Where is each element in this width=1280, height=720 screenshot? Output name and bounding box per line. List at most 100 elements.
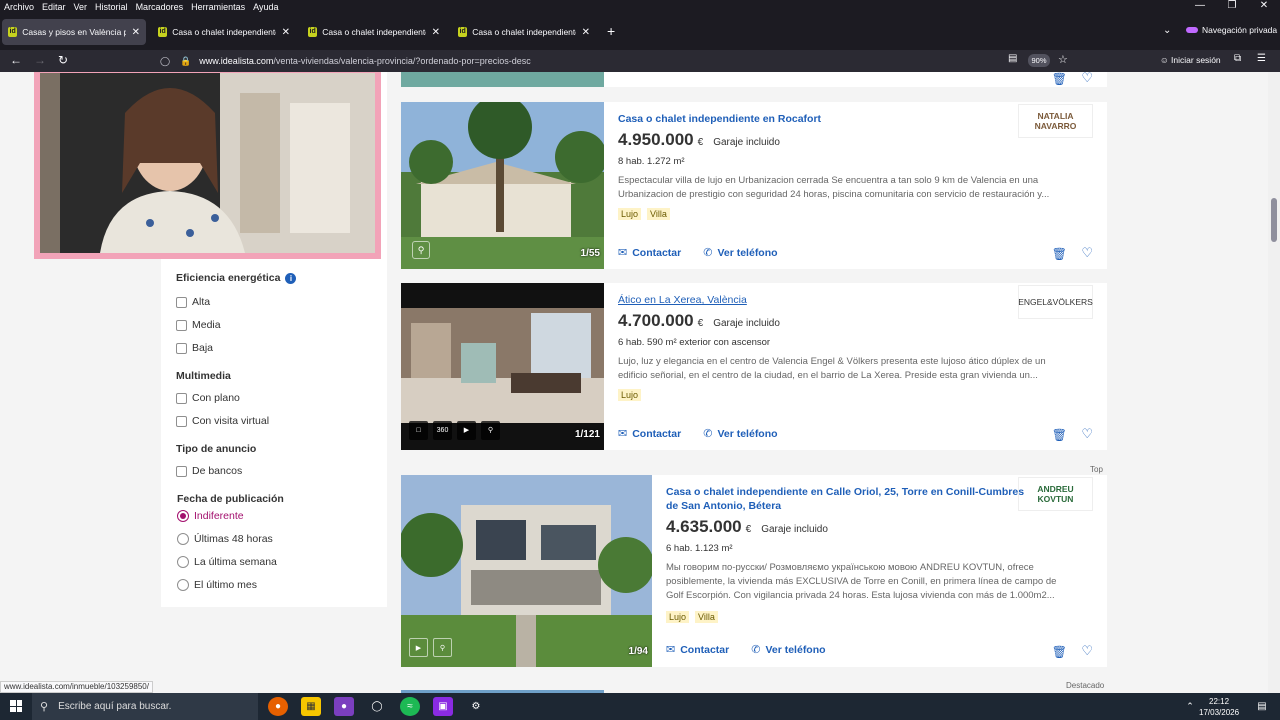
- listing-photo[interactable]: □ 360 ▶ ⚲ 1/121: [401, 283, 604, 450]
- video-icon[interactable]: ▶: [409, 638, 428, 657]
- bookmark-star-icon[interactable]: ☆: [1058, 53, 1068, 66]
- sign-in-button[interactable]: ☺ Iniciar sesión: [1160, 55, 1221, 65]
- obs-icon[interactable]: ◯: [367, 697, 387, 716]
- settings-gear-icon[interactable]: ⚙: [466, 697, 486, 716]
- reader-view-icon[interactable]: ▤: [1008, 53, 1017, 64]
- map-pin-icon[interactable]: ⚲: [433, 638, 452, 657]
- contact-button[interactable]: ✉ Contactar: [618, 246, 681, 260]
- radio-button[interactable]: [177, 510, 189, 522]
- checkbox[interactable]: [176, 319, 187, 331]
- close-tab-icon[interactable]: ✕: [582, 27, 590, 38]
- show-hidden-icons-chevron-icon[interactable]: ⌃: [1180, 697, 1200, 716]
- menu-editar[interactable]: Editar: [38, 2, 70, 12]
- discard-icon[interactable]: 🗑: [1052, 428, 1067, 442]
- listing-description[interactable]: Espectacular villa de lujo en Urbanizaci…: [618, 174, 1049, 202]
- close-tab-icon[interactable]: ✕: [282, 27, 290, 38]
- agency-logo[interactable]: ENGEL&VÖLKERS: [1018, 285, 1093, 319]
- favorite-heart-icon[interactable]: ♡: [1081, 245, 1093, 261]
- phone-button[interactable]: ✆ Ver teléfono: [703, 246, 777, 260]
- favorite-heart-icon[interactable]: ♡: [1081, 72, 1093, 86]
- back-arrow-icon[interactable]: ←: [10, 53, 22, 67]
- favorite-heart-icon[interactable]: ♡: [1081, 426, 1093, 442]
- title-line[interactable]: de San Antonio, Bétera: [666, 499, 1024, 513]
- checkbox[interactable]: [176, 296, 187, 308]
- agency-logo[interactable]: ANDREU KOVTUN: [1018, 477, 1093, 511]
- scrollbar-thumb[interactable]: [1271, 198, 1277, 242]
- radio-button[interactable]: [177, 556, 189, 568]
- listing-card[interactable]: ⚲ 1/55 Casa o chalet independiente en Ro…: [401, 102, 1107, 269]
- menu-historial[interactable]: Historial: [91, 2, 132, 12]
- close-tab-icon[interactable]: ✕: [432, 27, 440, 38]
- video-icon[interactable]: ▶: [457, 421, 476, 440]
- filter-con-visita-virtual[interactable]: Con visita virtual: [176, 415, 269, 427]
- list-tabs-chevron-icon[interactable]: ⌄: [1163, 25, 1171, 36]
- listing-title[interactable]: Ático en La Xerea, València: [618, 293, 747, 307]
- map-pin-icon[interactable]: ⚲: [412, 241, 430, 259]
- menu-marcadores[interactable]: Marcadores: [132, 2, 188, 12]
- app-icon[interactable]: ▣: [433, 697, 453, 716]
- listing-description[interactable]: Мы говорим по-русски/ Розмовляємо україн…: [666, 561, 1056, 603]
- radio-ultima-semana[interactable]: La última semana: [177, 556, 277, 568]
- contact-button[interactable]: ✉ Contactar: [666, 643, 729, 657]
- zoom-level-badge[interactable]: 90%: [1028, 54, 1050, 67]
- title-line[interactable]: Casa o chalet independiente en Calle Ori…: [666, 485, 1024, 499]
- tracking-shield-icon[interactable]: ◯: [160, 56, 170, 67]
- forward-arrow-icon[interactable]: →: [34, 53, 46, 67]
- agency-logo[interactable]: NATALIA NAVARRO: [1018, 104, 1093, 138]
- private-firefox-icon[interactable]: ●: [334, 697, 354, 716]
- discard-icon[interactable]: 🗑: [1052, 247, 1067, 261]
- phone-button[interactable]: ✆ Ver teléfono: [751, 643, 825, 657]
- tab-4[interactable]: id Casa o chalet independiente en ✕: [452, 19, 596, 45]
- notifications-icon[interactable]: ▤: [1252, 697, 1272, 716]
- spotify-icon[interactable]: ≈: [400, 697, 420, 716]
- taskbar-search[interactable]: ⚲ Escribe aquí para buscar.: [32, 693, 258, 720]
- tab-1[interactable]: id Casas y pisos en València provi ✕: [2, 19, 146, 45]
- checkbox[interactable]: [176, 392, 187, 404]
- radio-ultimo-mes[interactable]: El último mes: [177, 579, 257, 591]
- radio-indiferente[interactable]: Indiferente: [177, 510, 244, 522]
- discard-icon[interactable]: 🗑: [1052, 645, 1067, 659]
- filter-con-plano[interactable]: Con plano: [176, 392, 240, 404]
- page-scrollbar[interactable]: [1268, 72, 1280, 693]
- restore-icon[interactable]: ❐: [1216, 0, 1248, 11]
- filter-alta[interactable]: Alta: [176, 296, 210, 308]
- filter-baja[interactable]: Baja: [176, 342, 213, 354]
- favorite-heart-icon[interactable]: ♡: [1081, 643, 1093, 659]
- floorplan-icon[interactable]: □: [409, 421, 428, 440]
- contact-button[interactable]: ✉ Contactar: [618, 427, 681, 441]
- listing-photo[interactable]: ⚲ 1/55: [401, 102, 604, 269]
- checkbox[interactable]: [176, 465, 187, 477]
- lock-icon[interactable]: 🔒: [180, 56, 191, 67]
- listing-card[interactable]: □ 360 ▶ ⚲ 1/121 Ático en La Xerea, Valèn…: [401, 283, 1107, 450]
- reload-icon[interactable]: ↻: [58, 53, 68, 67]
- radio-ultimas-48-horas[interactable]: Últimas 48 horas: [177, 533, 273, 545]
- listing-photo[interactable]: [401, 72, 604, 87]
- new-tab-icon[interactable]: +: [607, 23, 615, 39]
- radio-button[interactable]: [177, 533, 189, 545]
- minimize-icon[interactable]: —: [1184, 0, 1216, 11]
- menu-ayuda[interactable]: Ayuda: [249, 2, 282, 12]
- listing-title[interactable]: Casa o chalet independiente en Rocafort: [618, 112, 821, 126]
- taskbar-clock[interactable]: 22:12 17/03/2026: [1199, 696, 1239, 718]
- address-bar[interactable]: ◯ 🔒 www.idealista.com /venta-viviendas/v…: [150, 52, 1080, 70]
- menu-ver[interactable]: Ver: [70, 2, 92, 12]
- radio-button[interactable]: [177, 579, 189, 591]
- firefox-icon[interactable]: ●: [268, 697, 288, 716]
- menu-archivo[interactable]: Archivo: [0, 2, 38, 12]
- listing-photo[interactable]: ▶ ⚲ 1/94: [401, 475, 652, 667]
- close-tab-icon[interactable]: ✕: [132, 27, 140, 38]
- info-icon[interactable]: i: [285, 273, 297, 284]
- phone-button[interactable]: ✆ Ver teléfono: [703, 427, 777, 441]
- filter-media[interactable]: Media: [176, 319, 221, 331]
- checkbox[interactable]: [176, 342, 187, 354]
- tab-2[interactable]: id Casa o chalet independiente en ✕: [152, 19, 296, 45]
- file-explorer-icon[interactable]: ▦: [301, 697, 321, 716]
- checkbox[interactable]: [176, 415, 187, 427]
- close-window-icon[interactable]: ✕: [1248, 0, 1280, 11]
- windows-start-icon[interactable]: [10, 700, 22, 712]
- listing-card[interactable]: ▶ ⚲ 1/94 Casa o chalet independiente en …: [401, 475, 1107, 667]
- discard-icon[interactable]: 🗑: [1052, 72, 1067, 86]
- 360-icon[interactable]: 360: [433, 421, 452, 440]
- listing-description[interactable]: Lujo, luz y elegancia en el centro de Va…: [618, 355, 1046, 383]
- top-link[interactable]: Top: [1090, 465, 1103, 474]
